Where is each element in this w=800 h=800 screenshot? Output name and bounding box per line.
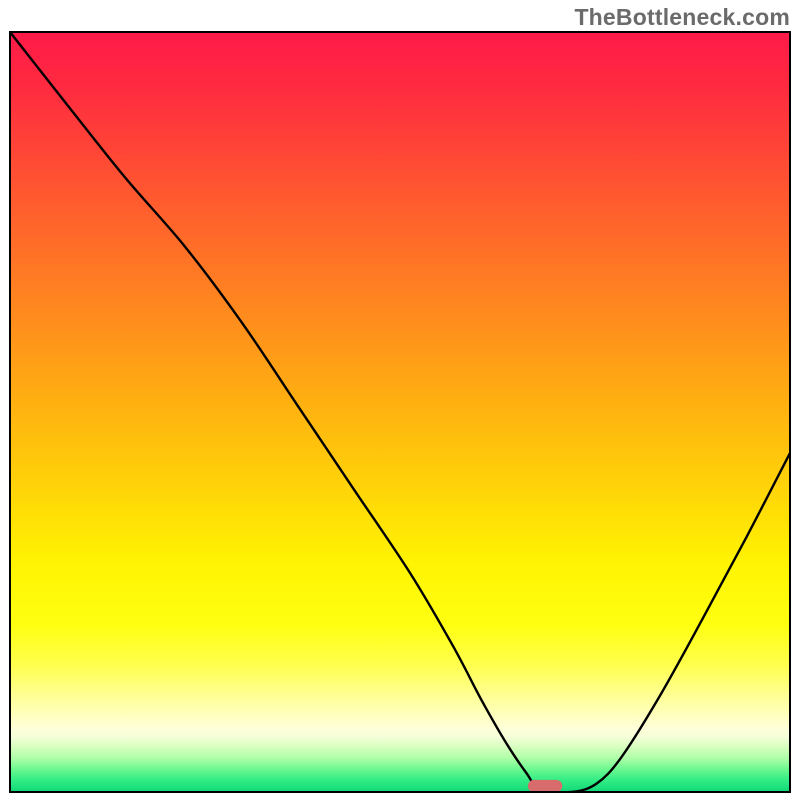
bottleneck-chart — [0, 0, 800, 800]
optimal-marker — [528, 780, 562, 792]
plot-background — [10, 32, 790, 792]
watermark-label: TheBottleneck.com — [574, 4, 790, 31]
chart-stage: TheBottleneck.com — [0, 0, 800, 800]
